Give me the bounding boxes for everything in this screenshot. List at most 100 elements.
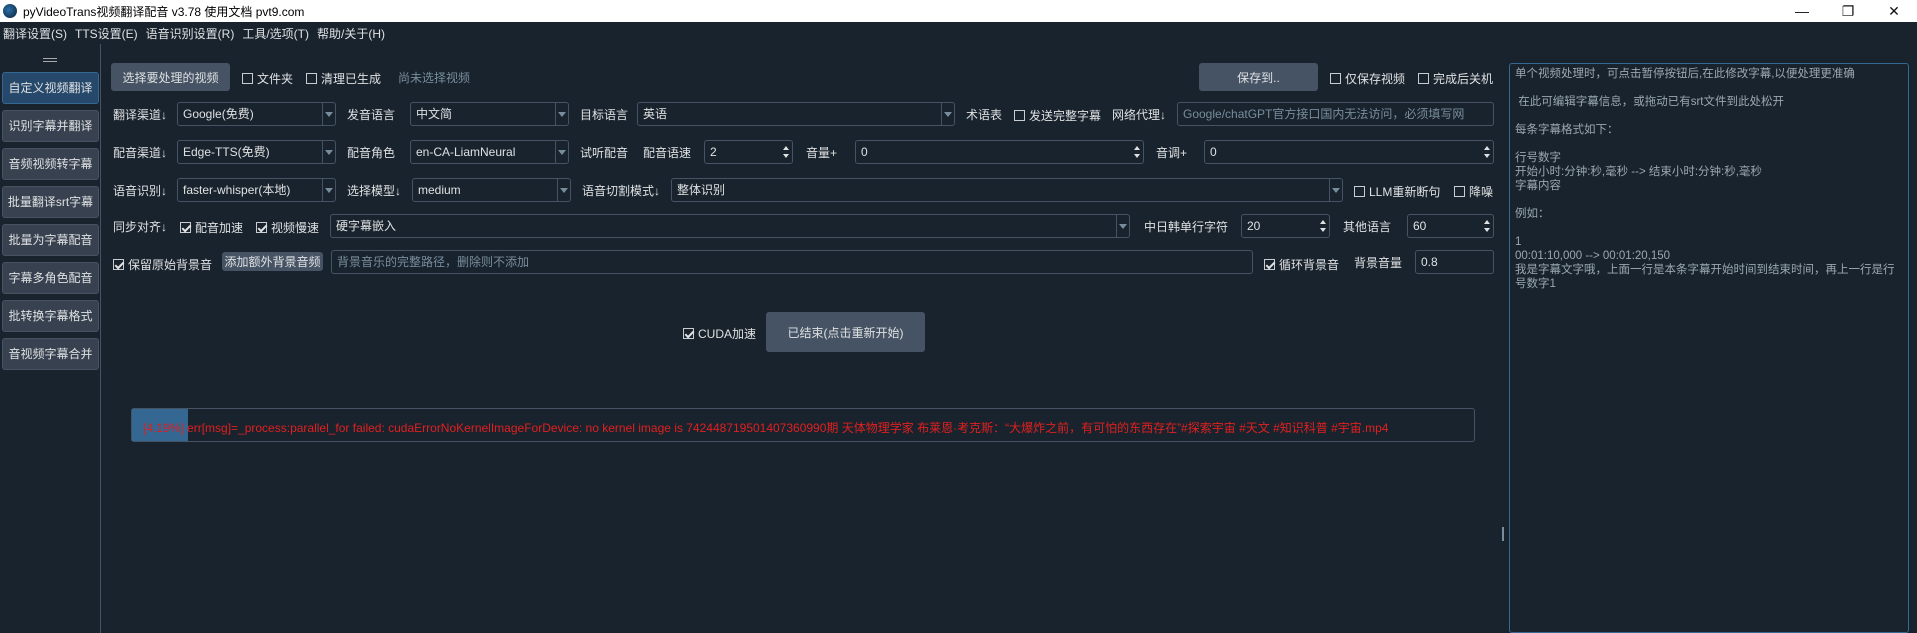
grip-icon xyxy=(1502,527,1504,541)
llm-resegment-checkbox[interactable]: LLM重新断句 xyxy=(1354,183,1440,200)
chevron-down-icon xyxy=(1332,188,1340,193)
progress-text: [4.19%] err[msg]=_process:parallel_for f… xyxy=(143,421,1389,435)
dub-channel-select[interactable]: Edge-TTS(免费) xyxy=(177,140,336,164)
progress-bar[interactable]: [4.19%] err[msg]=_process:parallel_for f… xyxy=(131,408,1475,442)
dub-rate-spinbox[interactable]: 2 xyxy=(704,140,793,164)
add-bg-audio-button[interactable]: 添加额外背景音频 xyxy=(222,252,323,271)
other-lang-spinbox[interactable]: 60 xyxy=(1407,214,1494,238)
menu-bar: 翻译设置(S) TTS设置(E) 语音识别设置(R) 工具/选项(T) 帮助/关… xyxy=(0,22,1917,44)
proxy-input[interactable]: Google/chatGPT官方接口国内无法访问，必须填写网 xyxy=(1177,102,1494,126)
model-select[interactable]: medium xyxy=(412,178,571,202)
cuda-checkbox[interactable]: CUDA加速 xyxy=(683,325,756,342)
subtitle-line xyxy=(1515,137,1903,151)
model-label[interactable]: 选择模型↓ xyxy=(347,184,401,198)
video-status-text: 尚未选择视频 xyxy=(398,71,471,85)
only-save-video-checkbox[interactable]: 仅保存视频 xyxy=(1330,70,1405,87)
dub-rate-label: 配音语速 xyxy=(643,146,692,160)
minimize-icon[interactable]: — xyxy=(1779,0,1825,22)
sidebar-item-merge-av-subtitle[interactable]: 音视频字幕合并 xyxy=(2,338,99,370)
loop-bg-checkbox[interactable]: 循环背景音 xyxy=(1264,256,1339,273)
cjk-chars-spinbox[interactable]: 20 xyxy=(1241,214,1330,238)
subtitle-line xyxy=(1515,221,1903,235)
select-video-button[interactable]: 选择要处理的视频 xyxy=(111,63,230,91)
translate-channel-select[interactable]: Google(免费) xyxy=(177,102,336,126)
sidebar-item-recognize-translate[interactable]: 识别字幕并翻译 xyxy=(2,110,99,142)
subtitle-line: 行号数字 xyxy=(1515,152,1561,164)
subtitle-line: 00:01:10,000 --> 00:01:20,150 xyxy=(1515,250,1671,262)
subtitle-line: 字幕内容 xyxy=(1515,180,1561,192)
bg-audio-path-input[interactable]: 背景音乐的完整路径，删除则不添加 xyxy=(331,250,1253,274)
listen-dub-button[interactable]: 试听配音 xyxy=(580,146,628,160)
subtitle-line: 单个视频处理时，可点击暂停按钮后,在此修改字幕,以便处理更准确 xyxy=(1515,68,1855,80)
chevron-down-icon xyxy=(325,150,333,155)
target-language-label: 目标语言 xyxy=(580,108,629,122)
menu-tts-settings[interactable]: TTS设置(E) xyxy=(75,25,138,42)
sidebar: 自定义视频翻译 识别字幕并翻译 音频视频转字幕 批量翻译srt字幕 批量为字幕配… xyxy=(0,44,101,633)
bg-volume-label: 背景音量 xyxy=(1354,256,1403,270)
sidebar-item-multi-role-dub[interactable]: 字幕多角色配音 xyxy=(2,262,99,294)
clear-generated-checkbox[interactable]: 清理已生成 xyxy=(306,70,381,87)
subtitle-line: 每条字幕格式如下： xyxy=(1515,124,1619,136)
volume-label: 音量+ xyxy=(806,146,838,160)
source-language-select[interactable]: 中文简 xyxy=(410,102,569,126)
subtitle-editor[interactable]: 单个视频处理时，可点击暂停按钮后,在此修改字幕,以便处理更准确 在此可编辑字幕信… xyxy=(1509,63,1909,633)
subtitle-line: 我是字幕文字哦，上面一行是本条字幕开始时间到结束时间，再上一行是行号数字1 xyxy=(1515,264,1895,290)
splitter-handle[interactable] xyxy=(1499,44,1507,633)
subtitle-line xyxy=(1515,81,1903,95)
sidebar-item-convert-format[interactable]: 批转换字幕格式 xyxy=(2,300,99,332)
sync-align-label[interactable]: 同步对齐↓ xyxy=(113,220,167,234)
chevron-down-icon xyxy=(1119,224,1127,229)
subtitle-line: 1 xyxy=(1515,236,1522,248)
menu-translate-settings[interactable]: 翻译设置(S) xyxy=(3,25,67,42)
subtitle-line: 在此可编辑字幕信息，或拖动已有srt文件到此处松开 xyxy=(1515,96,1784,108)
folder-checkbox[interactable]: 文件夹 xyxy=(242,70,293,87)
sidebar-item-custom-translate[interactable]: 自定义视频翻译 xyxy=(2,72,99,104)
toolbar-handle-icon[interactable] xyxy=(43,58,57,62)
menu-asr-settings[interactable]: 语音识别设置(R) xyxy=(146,25,235,42)
send-full-subtitle-checkbox[interactable]: 发送完整字幕 xyxy=(1014,107,1101,124)
subtitle-embed-select[interactable]: 硬字幕嵌入 xyxy=(330,214,1130,238)
asr-label[interactable]: 语音识别↓ xyxy=(113,184,167,198)
chevron-down-icon xyxy=(325,188,333,193)
subtitle-line xyxy=(1515,109,1903,123)
chevron-down-icon xyxy=(558,112,566,117)
denoise-checkbox[interactable]: 降噪 xyxy=(1454,183,1493,200)
video-slow-checkbox[interactable]: 视频慢速 xyxy=(256,219,319,236)
target-language-select[interactable]: 英语 xyxy=(637,102,955,126)
voice-role-select[interactable]: en-CA-LiamNeural xyxy=(410,140,569,164)
sidebar-item-media-to-subtitle[interactable]: 音频视频转字幕 xyxy=(2,148,99,180)
chevron-down-icon xyxy=(325,112,333,117)
chevron-down-icon xyxy=(558,150,566,155)
app-logo-icon xyxy=(3,4,17,18)
bg-volume-input[interactable]: 0.8 xyxy=(1415,250,1494,274)
voice-role-label: 配音角色 xyxy=(347,146,396,160)
split-mode-select[interactable]: 整体识别 xyxy=(671,178,1343,202)
chevron-down-icon xyxy=(560,188,568,193)
pitch-spinbox[interactable]: 0 xyxy=(1204,140,1494,164)
maximize-icon[interactable]: ❐ xyxy=(1825,0,1871,22)
dub-accel-checkbox[interactable]: 配音加速 xyxy=(180,219,243,236)
dub-channel-label[interactable]: 配音渠道↓ xyxy=(113,146,167,160)
sidebar-item-batch-translate-srt[interactable]: 批量翻译srt字幕 xyxy=(2,186,99,218)
pitch-label: 音调+ xyxy=(1156,146,1188,160)
start-button[interactable]: 已结束(点击重新开始) xyxy=(766,312,925,352)
proxy-label[interactable]: 网络代理↓ xyxy=(1112,108,1166,122)
split-mode-label[interactable]: 语音切割模式↓ xyxy=(582,184,660,198)
keep-bg-audio-checkbox[interactable]: 保留原始背景音 xyxy=(113,256,212,273)
sidebar-item-batch-dub[interactable]: 批量为字幕配音 xyxy=(2,224,99,256)
window-title: pyVideoTrans视频翻译配音 v3.78 使用文档 pvt9.com xyxy=(23,4,305,19)
glossary-button[interactable]: 术语表 xyxy=(966,108,1002,122)
menu-tools[interactable]: 工具/选项(T) xyxy=(242,25,309,42)
asr-select[interactable]: faster-whisper(本地) xyxy=(177,178,336,202)
chevron-down-icon xyxy=(944,112,952,117)
subtitle-line: 例如： xyxy=(1515,208,1550,220)
close-icon[interactable]: ✕ xyxy=(1871,0,1917,22)
source-language-label: 发音语言 xyxy=(347,108,396,122)
volume-spinbox[interactable]: 0 xyxy=(855,140,1144,164)
save-to-button[interactable]: 保存到.. xyxy=(1199,63,1318,91)
menu-help[interactable]: 帮助/关于(H) xyxy=(317,25,385,42)
cjk-chars-label: 中日韩单行字符 xyxy=(1144,220,1229,234)
translate-channel-label[interactable]: 翻译渠道↓ xyxy=(113,108,167,122)
shutdown-after-checkbox[interactable]: 完成后关机 xyxy=(1418,70,1493,87)
subtitle-line xyxy=(1515,193,1903,207)
